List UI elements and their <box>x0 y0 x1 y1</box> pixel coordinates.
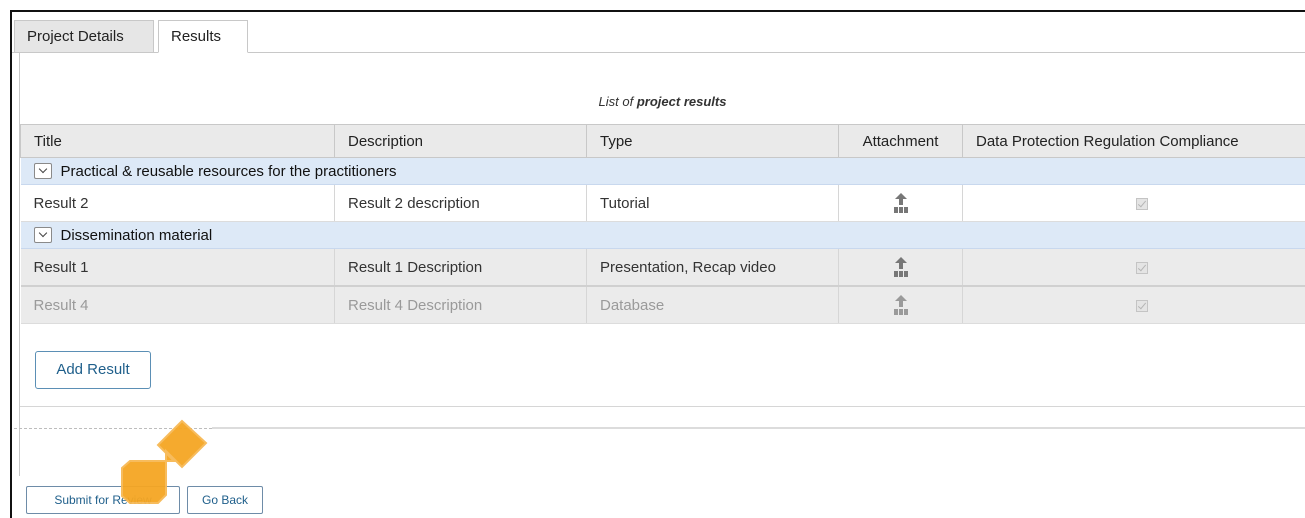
cell-type: Database <box>586 285 839 324</box>
group-row[interactable]: Practical & reusable resources for the p… <box>20 157 1305 185</box>
cell-title: Result 2 <box>20 184 335 222</box>
cell-compliance <box>962 285 1305 324</box>
cell-description: Result 2 description <box>334 184 587 222</box>
upload-icon[interactable] <box>892 191 910 211</box>
upload-icon[interactable] <box>892 293 910 313</box>
group-row[interactable]: Dissemination material <box>20 221 1305 249</box>
table-row[interactable]: Result 4 Result 4 Description Database <box>20 285 1305 324</box>
group-label: Dissemination material <box>60 226 213 244</box>
table-caption: List of project results <box>20 94 1305 109</box>
chevron-down-icon[interactable] <box>33 226 52 243</box>
cell-compliance <box>962 184 1305 222</box>
upload-icon[interactable] <box>892 255 910 275</box>
group-label: Practical & reusable resources for the p… <box>60 162 397 180</box>
cell-description: Result 1 Description <box>334 248 587 287</box>
table-row[interactable]: Result 2 Result 2 description Tutorial <box>20 184 1305 222</box>
table-row[interactable]: Result 1 Result 1 Description Presentati… <box>20 248 1305 287</box>
submit-for-review-button[interactable]: Submit for Review <box>26 486 180 514</box>
divider <box>20 406 1305 407</box>
checkbox-checked-icon <box>1135 261 1148 274</box>
cell-compliance <box>962 248 1305 287</box>
go-back-button[interactable]: Go Back <box>187 486 263 514</box>
column-header-description[interactable]: Description <box>334 124 587 158</box>
cell-attachment <box>838 184 963 222</box>
column-header-type[interactable]: Type <box>586 124 839 158</box>
divider <box>212 427 1305 429</box>
table-header-row: Title Description Type Attachment Data P… <box>20 124 1305 158</box>
add-result-button[interactable]: Add Result <box>35 351 151 389</box>
cell-type: Presentation, Recap video <box>586 248 839 287</box>
cell-attachment <box>838 285 963 324</box>
cell-title: Result 1 <box>20 248 335 287</box>
results-table: Title Description Type Attachment Data P… <box>20 124 1305 324</box>
tab-results[interactable]: Results <box>158 20 248 53</box>
column-header-attachment[interactable]: Attachment <box>838 124 963 158</box>
results-panel: List of project results Title Descriptio… <box>19 52 1305 476</box>
caption-emphasis: project results <box>636 94 727 109</box>
checkbox-checked-icon <box>1135 299 1148 312</box>
column-header-title[interactable]: Title <box>20 124 335 158</box>
checkbox-checked-icon <box>1135 197 1148 210</box>
cell-title: Result 4 <box>20 285 335 324</box>
column-header-compliance[interactable]: Data Protection Regulation Compliance <box>962 124 1305 158</box>
chevron-down-icon[interactable] <box>33 162 52 179</box>
cell-type: Tutorial <box>586 184 839 222</box>
tab-project-details[interactable]: Project Details <box>14 20 154 52</box>
caption-prefix: List of <box>598 94 634 109</box>
cell-attachment <box>838 248 963 287</box>
results-window: Project Details Results List of project … <box>10 10 1305 518</box>
cell-description: Result 4 Description <box>334 285 587 324</box>
tab-bar: Project Details Results <box>12 12 1305 53</box>
divider-dashed <box>14 428 212 429</box>
